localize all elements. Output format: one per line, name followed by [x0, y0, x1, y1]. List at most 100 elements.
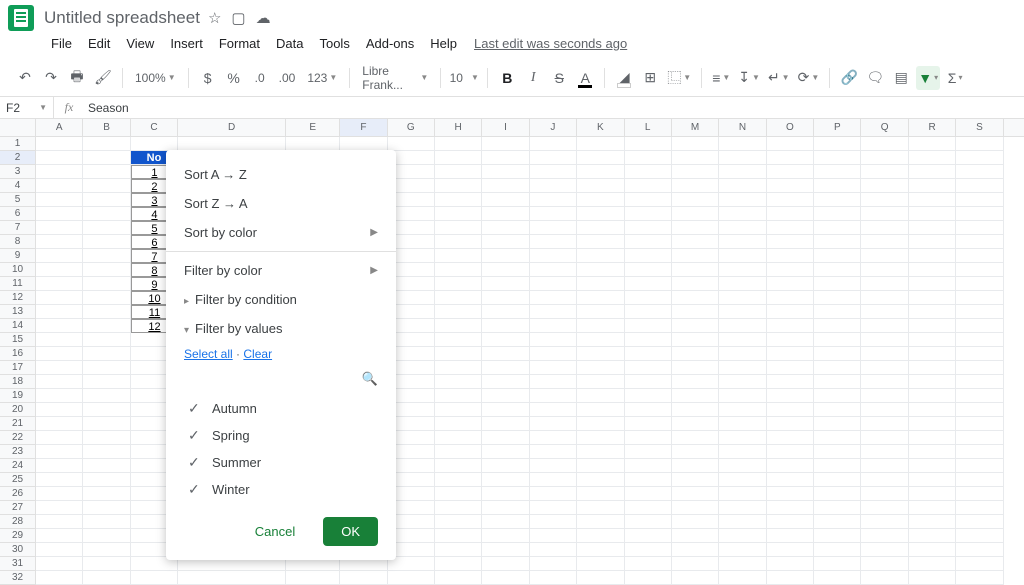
cell[interactable] [36, 557, 83, 571]
row-header[interactable]: 18 [0, 375, 36, 389]
cell[interactable] [482, 291, 529, 305]
cell[interactable] [530, 137, 577, 151]
cell[interactable] [625, 291, 672, 305]
cell[interactable] [672, 179, 719, 193]
cell[interactable] [672, 473, 719, 487]
cell[interactable] [767, 193, 814, 207]
cell[interactable] [719, 179, 766, 193]
cell[interactable] [672, 221, 719, 235]
cell[interactable] [956, 305, 1003, 319]
cell[interactable] [482, 515, 529, 529]
cell[interactable] [131, 571, 178, 585]
menu-data[interactable]: Data [269, 32, 310, 55]
cell[interactable] [83, 277, 130, 291]
cell[interactable] [861, 473, 908, 487]
cell[interactable] [767, 249, 814, 263]
cell[interactable] [909, 571, 956, 585]
cell[interactable] [719, 193, 766, 207]
comment-icon[interactable]: 🗨 [864, 66, 886, 90]
cell[interactable] [36, 221, 83, 235]
cell[interactable] [909, 179, 956, 193]
cell[interactable] [814, 389, 861, 403]
cell[interactable] [956, 487, 1003, 501]
cell[interactable] [861, 375, 908, 389]
cell[interactable] [956, 249, 1003, 263]
cell[interactable] [530, 291, 577, 305]
cell[interactable] [672, 151, 719, 165]
cell[interactable] [814, 165, 861, 179]
cell[interactable] [577, 403, 624, 417]
cell[interactable] [36, 193, 83, 207]
clear-link[interactable]: Clear [243, 347, 272, 361]
cell[interactable] [530, 459, 577, 473]
cell[interactable] [909, 207, 956, 221]
col-header-m[interactable]: M [672, 119, 719, 136]
cell[interactable] [956, 445, 1003, 459]
cell[interactable] [672, 557, 719, 571]
cell[interactable] [956, 375, 1003, 389]
cell[interactable] [577, 305, 624, 319]
cell[interactable] [435, 291, 482, 305]
cell[interactable] [178, 571, 286, 585]
row-header[interactable]: 10 [0, 263, 36, 277]
cell[interactable] [482, 403, 529, 417]
cell[interactable] [956, 165, 1003, 179]
cell[interactable] [36, 375, 83, 389]
cell[interactable] [435, 263, 482, 277]
cell[interactable] [814, 137, 861, 151]
cell[interactable] [83, 319, 130, 333]
cell[interactable] [482, 347, 529, 361]
cell[interactable] [36, 319, 83, 333]
cell[interactable] [482, 375, 529, 389]
cell[interactable] [814, 473, 861, 487]
cell[interactable] [767, 137, 814, 151]
cell[interactable] [482, 501, 529, 515]
cell[interactable] [83, 235, 130, 249]
cell[interactable] [577, 375, 624, 389]
cell[interactable] [861, 501, 908, 515]
cell[interactable] [767, 151, 814, 165]
cell[interactable] [36, 165, 83, 179]
cell[interactable] [956, 291, 1003, 305]
cell[interactable] [625, 221, 672, 235]
cell[interactable] [83, 389, 130, 403]
cell[interactable] [83, 333, 130, 347]
cell[interactable] [482, 137, 529, 151]
cell[interactable] [36, 473, 83, 487]
zoom-select[interactable]: 100%▼ [131, 66, 180, 90]
cell[interactable] [482, 333, 529, 347]
cell[interactable] [577, 543, 624, 557]
row-header[interactable]: 27 [0, 501, 36, 515]
cell[interactable] [625, 403, 672, 417]
cell[interactable] [577, 417, 624, 431]
cell[interactable] [482, 543, 529, 557]
cell[interactable] [956, 389, 1003, 403]
cell[interactable] [83, 305, 130, 319]
cell[interactable] [36, 431, 83, 445]
cell[interactable] [83, 515, 130, 529]
cell[interactable] [83, 221, 130, 235]
row-header[interactable]: 26 [0, 487, 36, 501]
cell[interactable] [577, 557, 624, 571]
cell[interactable] [767, 347, 814, 361]
cell[interactable] [625, 277, 672, 291]
cell[interactable] [625, 459, 672, 473]
cell[interactable] [482, 459, 529, 473]
row-header[interactable]: 5 [0, 193, 36, 207]
cell[interactable] [625, 193, 672, 207]
cell[interactable] [956, 235, 1003, 249]
cell[interactable] [767, 291, 814, 305]
cell[interactable] [672, 487, 719, 501]
cell[interactable] [435, 403, 482, 417]
cell[interactable] [482, 305, 529, 319]
menu-format[interactable]: Format [212, 32, 267, 55]
col-header-p[interactable]: P [814, 119, 861, 136]
row-header[interactable]: 11 [0, 277, 36, 291]
cell[interactable] [814, 431, 861, 445]
filter-value-item[interactable]: ✓Spring [184, 422, 378, 449]
cell[interactable] [719, 137, 766, 151]
cell[interactable] [482, 277, 529, 291]
cell[interactable] [83, 151, 130, 165]
more-formats[interactable]: 123▼ [303, 66, 341, 90]
cell[interactable] [767, 431, 814, 445]
